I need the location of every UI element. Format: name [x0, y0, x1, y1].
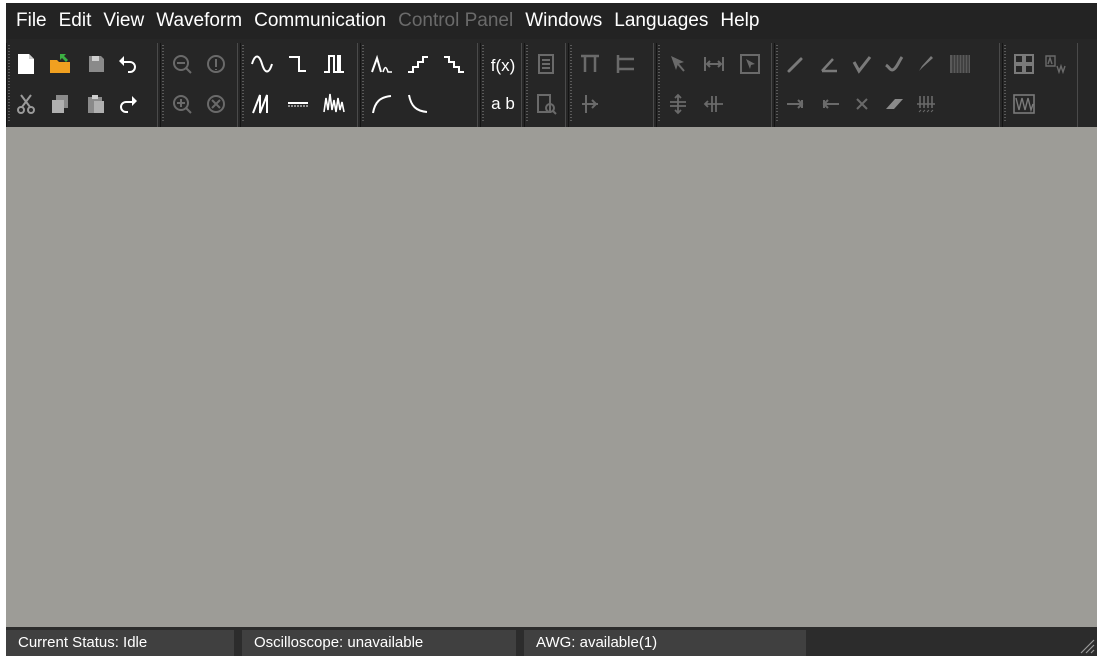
- marker-top-icon[interactable]: [575, 49, 605, 79]
- square-wave-icon[interactable]: [319, 49, 349, 79]
- staircase-up-icon[interactable]: [403, 49, 433, 79]
- inspect-icon[interactable]: [531, 89, 561, 119]
- text-label-button[interactable]: a b: [485, 89, 521, 119]
- noise-wave-icon[interactable]: [319, 89, 349, 119]
- toolbar-group-properties: [524, 43, 566, 127]
- oscilloscope-status: Oscilloscope: unavailable: [242, 630, 516, 656]
- dc-line-icon[interactable]: [283, 89, 313, 119]
- menu-waveform[interactable]: Waveform: [152, 3, 250, 39]
- toolbar-group-file: [6, 43, 158, 127]
- check-draw-icon[interactable]: [847, 49, 877, 79]
- toolbar-group-selection: [656, 43, 772, 127]
- toolbar-group-drawing: [774, 43, 1000, 127]
- staircase-down-icon[interactable]: [439, 49, 469, 79]
- grid-icon[interactable]: [945, 49, 975, 79]
- menu-communication[interactable]: Communication: [250, 3, 394, 39]
- toolbar-group-zoom: [160, 43, 238, 127]
- paste-icon[interactable]: [81, 89, 111, 119]
- status-bar: Current Status: Idle Oscilloscope: unava…: [6, 627, 1097, 656]
- marker-left-icon[interactable]: [611, 49, 641, 79]
- smooth-draw-icon[interactable]: [879, 49, 909, 79]
- waveform-window-icon[interactable]: [1041, 49, 1071, 79]
- toolbar-group-equation: f(x) a b: [480, 43, 522, 127]
- awg-status: AWG: available(1): [524, 630, 806, 656]
- gaussian-pulse-icon[interactable]: [367, 49, 397, 79]
- fit-width-icon[interactable]: [699, 49, 729, 79]
- toolbar-group-markers: [568, 43, 654, 127]
- resize-grip-icon[interactable]: [1077, 636, 1095, 654]
- copy-icon[interactable]: [45, 89, 75, 119]
- pulse-wave-icon[interactable]: [283, 49, 313, 79]
- workspace-area[interactable]: [6, 127, 1097, 627]
- exponential-rise-icon[interactable]: [367, 89, 397, 119]
- menu-languages[interactable]: Languages: [610, 3, 716, 39]
- toolbar-group-waveforms: [240, 43, 358, 127]
- align-vertical-icon[interactable]: [663, 89, 693, 119]
- arrow-left-line-icon[interactable]: [815, 89, 845, 119]
- redo-icon[interactable]: [113, 89, 143, 119]
- select-arrow-icon[interactable]: [663, 49, 693, 79]
- menu-view[interactable]: View: [99, 3, 152, 39]
- layout-grid-icon[interactable]: [1009, 49, 1039, 79]
- align-horizontal-icon[interactable]: [699, 89, 729, 119]
- arrow-right-line-icon[interactable]: [781, 89, 811, 119]
- sawtooth-wave-icon[interactable]: [247, 89, 277, 119]
- zoom-out-icon[interactable]: [167, 49, 197, 79]
- cut-icon[interactable]: [11, 89, 41, 119]
- toolbar-group-shapes: [360, 43, 478, 127]
- open-folder-icon[interactable]: [45, 49, 75, 79]
- sine-wave-icon[interactable]: [247, 49, 277, 79]
- pencil-icon[interactable]: [781, 49, 811, 79]
- save-icon[interactable]: [81, 49, 111, 79]
- menu-file[interactable]: File: [12, 3, 55, 39]
- undo-icon[interactable]: [113, 49, 143, 79]
- brush-draw-icon[interactable]: [911, 49, 941, 79]
- sample-points-icon[interactable]: [911, 89, 941, 119]
- menu-bar: File Edit View Waveform Communication Co…: [6, 3, 1097, 39]
- exponential-decay-icon[interactable]: [403, 89, 433, 119]
- menu-windows[interactable]: Windows: [521, 3, 610, 39]
- equation-button[interactable]: f(x): [485, 51, 521, 81]
- zoom-in-icon[interactable]: [167, 89, 197, 119]
- delete-x-icon[interactable]: [847, 89, 877, 119]
- line-draw-icon[interactable]: [815, 49, 845, 79]
- waveform-overview-icon[interactable]: [1009, 89, 1039, 119]
- zoom-fit-icon[interactable]: [201, 49, 231, 79]
- application-window: File Edit View Waveform Communication Co…: [6, 3, 1097, 656]
- properties-icon[interactable]: [531, 49, 561, 79]
- menu-help[interactable]: Help: [716, 3, 767, 39]
- new-file-icon[interactable]: [11, 49, 41, 79]
- menu-control-panel: Control Panel: [398, 10, 514, 31]
- current-status: Current Status: Idle: [6, 630, 234, 656]
- menu-edit[interactable]: Edit: [55, 3, 100, 39]
- eraser-icon[interactable]: [879, 89, 909, 119]
- toolbar-group-layout: [1002, 43, 1078, 127]
- toolbar: f(x) a b: [6, 39, 1097, 127]
- zoom-reset-icon[interactable]: [201, 89, 231, 119]
- marker-merge-icon[interactable]: [575, 89, 605, 119]
- select-region-icon[interactable]: [735, 49, 765, 79]
